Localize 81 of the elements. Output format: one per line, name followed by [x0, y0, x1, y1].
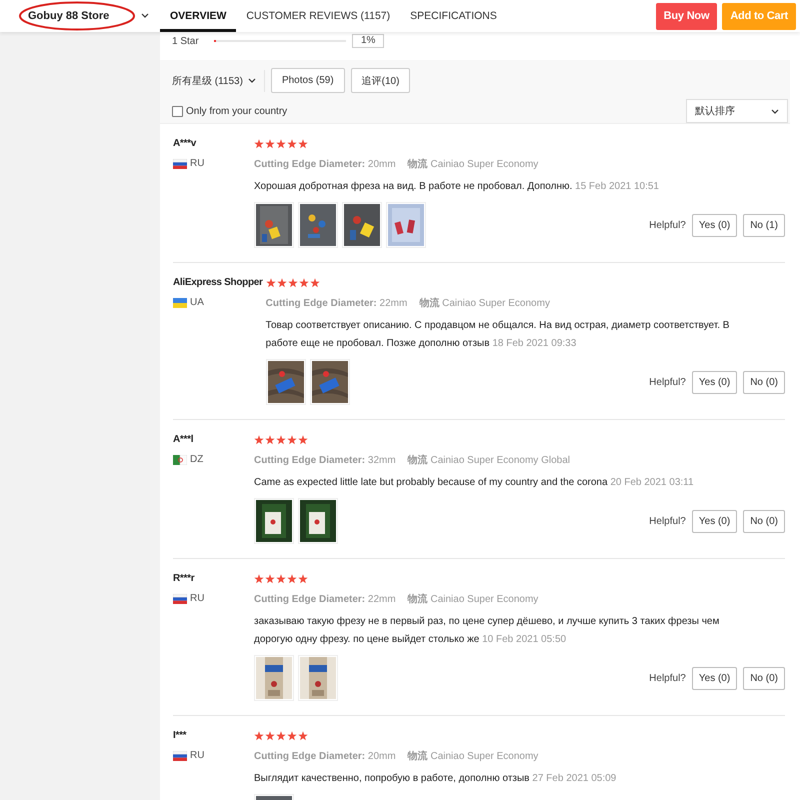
helpful-label: Helpful? [649, 672, 686, 684]
star-icon [276, 731, 286, 741]
product-attribute: Cutting Edge Diameter: 32mm [254, 454, 396, 468]
star-icon [265, 574, 275, 584]
star-icon [298, 278, 309, 288]
country-checkbox[interactable]: Only from your country [172, 106, 288, 116]
yes-button[interactable]: Yes (0) [692, 666, 738, 690]
country-code: RU [190, 158, 204, 169]
star-icon [266, 278, 276, 288]
caret-icon [248, 78, 256, 83]
star-icon [298, 574, 308, 584]
star-icon [254, 139, 264, 149]
product-attribute: Cutting Edge Diameter: 22mm [266, 297, 408, 311]
reviewer-name: AliExpress Shopper [173, 276, 263, 290]
filter-button[interactable]: Photos (59) [270, 68, 345, 93]
product-attribute: 物流 Cainiao Super Economy [408, 749, 538, 764]
no-button[interactable]: No (0) [743, 370, 785, 394]
star-icon [254, 731, 264, 741]
country-code: DZ [190, 454, 204, 465]
reviewer-name: R***r [173, 572, 194, 586]
reviewer-name: A***l [173, 433, 194, 447]
no-button[interactable]: No (0) [743, 666, 785, 690]
star-icon [276, 435, 286, 445]
tab[interactable]: CUSTOMER REVIEWS (1157) [236, 0, 400, 32]
percent-label: 1% [352, 34, 384, 48]
star-icon [254, 435, 264, 445]
star-icon [298, 435, 308, 445]
star-filter-dropdown[interactable]: 所有星级 (1153) [172, 70, 265, 92]
country-code: UA [190, 297, 204, 308]
no-button[interactable]: No (0) [743, 510, 785, 532]
reviewer-name: I*** [173, 729, 186, 743]
review-text: Came as expected little late but probably because of my country and the corona 20 Feb 2021 03:11 [254, 476, 695, 490]
flag-icon [173, 298, 187, 308]
helpful-label: Helpful? [649, 220, 686, 230]
product-attribute: 物流 Cainiao Super Economy [408, 157, 538, 172]
star-icon [288, 278, 298, 288]
star-icon [287, 139, 297, 149]
product-attribute: 物流 Cainiao Super Economy [408, 592, 538, 607]
product-attribute: Cutting Edge Diameter: 22mm [254, 593, 396, 607]
product-attribute: 物流 Cainiao Super Economy Global [408, 453, 570, 468]
tab[interactable]: SPECIFICATIONS [400, 0, 507, 32]
star-icon [298, 731, 308, 741]
no-button[interactable]: No (1) [743, 214, 785, 236]
product-attribute: Cutting Edge Diameter: 20mm [254, 158, 396, 172]
flag-icon [173, 454, 187, 464]
yes-button[interactable]: Yes (0) [692, 370, 738, 394]
helpful-label: Helpful? [649, 376, 686, 388]
star-icon [287, 574, 297, 584]
star-icon [265, 139, 275, 149]
country-code: RU [190, 750, 204, 761]
star-icon [287, 731, 297, 741]
sort-dropdown[interactable]: 默认排序 [686, 99, 788, 123]
yes-button[interactable]: Yes (0) [692, 214, 738, 236]
helpful-label: Helpful? [649, 516, 686, 526]
review-text: заказываю такую фрезу не в первый раз, по цене супер дёшево, и лучше купить 3 таких фрезы чем дорогую одну фрезу. по цене выйдет столько же 10 Feb 2021 05:50 [254, 615, 720, 647]
rating-label: 1 Star [172, 36, 200, 46]
flag-icon [173, 750, 187, 760]
buy-now-button[interactable]: Buy Now [656, 2, 718, 30]
star-icon [276, 574, 286, 584]
flag-icon [173, 594, 187, 604]
flag-icon [173, 158, 187, 168]
review-text: Выглядит качественно, попробую в работе, дополню отзыв 27 Feb 2021 05:09 [254, 772, 618, 786]
caret-icon [141, 13, 149, 18]
tab[interactable]: OVERVIEW [160, 0, 236, 32]
star-icon [298, 139, 308, 149]
yes-button[interactable]: Yes (0) [692, 510, 738, 532]
star-icon [287, 435, 297, 445]
reviewer-name: A***v [173, 137, 196, 151]
product-attribute: 物流 Cainiao Super Economy [419, 296, 550, 311]
filter-button[interactable]: 追评(10) [350, 68, 410, 93]
review-text: Товар соответствует описанию. С продавцом не общался. На вид острая, диаметр соответствует. В работе еще не пробовал. Позже дополню отзыв 18 Feb 2021 09:33 [266, 319, 730, 351]
review-text: Хорошая добротная фреза на вид. В работе не пробовал. Дополню. 15 Feb 2021 10:51 [254, 180, 660, 194]
country-code: RU [190, 593, 204, 604]
star-icon [254, 574, 264, 584]
star-icon [265, 435, 275, 445]
star-icon [276, 139, 286, 149]
product-attribute: Cutting Edge Diameter: 20mm [254, 750, 396, 764]
star-icon [265, 731, 275, 741]
star-icon [276, 278, 287, 288]
caret-icon [771, 108, 779, 114]
star-icon [310, 278, 320, 288]
